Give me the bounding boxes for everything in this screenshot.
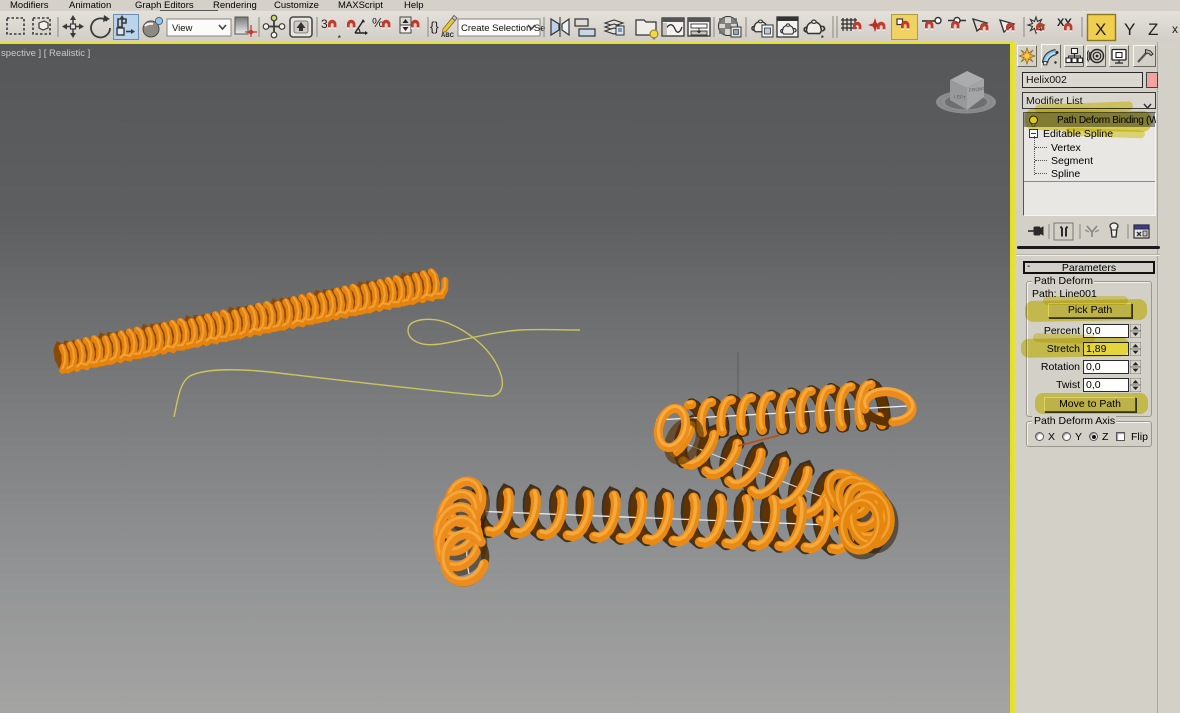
svg-text:x: x [1172,22,1178,36]
svg-text:{}: {} [430,19,439,34]
svg-text:Y: Y [1124,20,1135,39]
svg-text:3: 3 [321,17,328,31]
svg-text:X: X [1095,20,1106,39]
svg-text:ABC: ABC [441,33,455,39]
svg-text:View: View [172,23,193,34]
svg-text:Z: Z [1148,20,1158,39]
